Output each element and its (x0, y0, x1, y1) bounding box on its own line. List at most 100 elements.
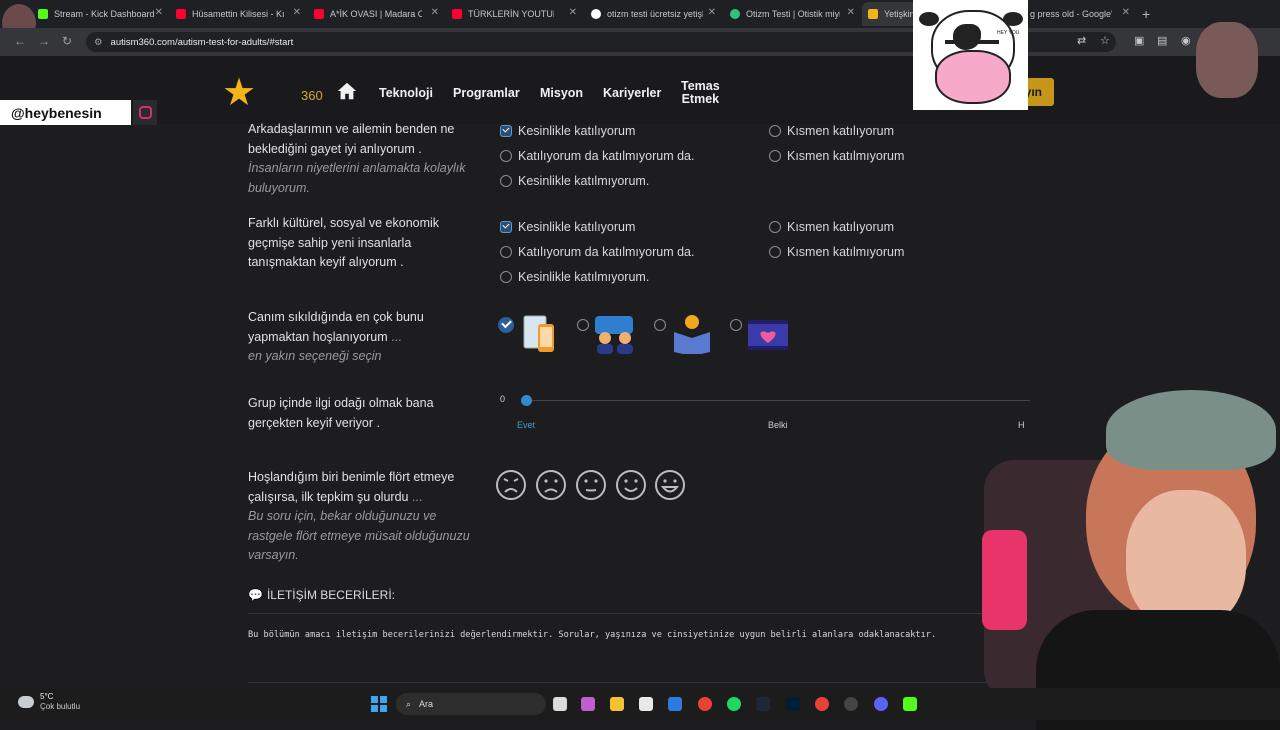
extensions-icon[interactable]: ▣ (1134, 34, 1144, 47)
nav-programlar[interactable]: Programlar (453, 86, 520, 100)
obs-icon[interactable] (844, 697, 858, 711)
q1-option-partly-disagree[interactable]: Kısmen katılmıyorum (769, 149, 904, 163)
windows-taskbar: 5°C Çok bulutlu ⌕ Ara (0, 688, 1280, 720)
radio[interactable] (500, 175, 512, 187)
close-icon[interactable]: ✕ (431, 7, 439, 18)
autism360-logo-star[interactable]: ★ (222, 74, 256, 112)
close-icon[interactable]: ✕ (847, 7, 855, 18)
very-happy-face-icon[interactable] (654, 469, 686, 501)
radio[interactable] (769, 246, 781, 258)
very-sad-face-icon[interactable] (495, 469, 527, 501)
tab-title: Yetişkin (884, 9, 915, 19)
radio[interactable] (769, 125, 781, 137)
q2-option-partly-disagree[interactable]: Kısmen katılmıyorum (769, 245, 904, 259)
browser-tab-kick[interactable]: Stream - Kick Dashboard ✕ (38, 4, 163, 24)
search-icon: ⌕ (406, 698, 412, 709)
slider-handle[interactable] (521, 395, 532, 406)
chat-bubbles-icon: 💬 (248, 588, 263, 602)
windows-start-icon[interactable] (371, 696, 387, 712)
option-label: Kısmen katılmıyorum (787, 245, 905, 259)
browser-tab-google-2[interactable]: g press old - Google'da ✕ (1030, 4, 1130, 24)
spotify-icon[interactable] (727, 697, 741, 711)
radio-checked[interactable] (500, 125, 512, 137)
person-reading-icon (674, 315, 710, 354)
store-icon[interactable] (639, 697, 653, 711)
taskbar-search[interactable]: ⌕ Ara (396, 693, 546, 715)
radio-checked[interactable] (500, 221, 512, 233)
q1-option-neutral[interactable]: Katılıyorum da katılmıyorum da. (500, 149, 694, 163)
copilot-icon[interactable] (581, 697, 595, 711)
radio[interactable] (577, 319, 589, 331)
q2-option-strongly-disagree[interactable]: Kesinlikle katılmıyorum. (500, 270, 649, 284)
radio[interactable] (730, 319, 742, 331)
browser-tab-youtube-1[interactable]: Hüsamettin Kilisesi - Kırla ✕ (176, 4, 301, 24)
new-tab-button[interactable]: + (1142, 6, 1150, 22)
file-explorer-icon[interactable] (610, 697, 624, 711)
nav-teknoloji[interactable]: Teknoloji (379, 86, 433, 100)
discord-icon[interactable] (874, 697, 888, 711)
chrome-icon[interactable] (698, 697, 712, 711)
radio[interactable] (500, 271, 512, 283)
reload-icon[interactable]: ↻ (62, 34, 72, 48)
question-2-dot: . (396, 255, 404, 269)
close-icon[interactable]: ✕ (293, 7, 301, 18)
weather-widget[interactable]: 5°C Çok bulutlu (18, 692, 80, 712)
browser-tab-otizm[interactable]: Otizm Testi | Otistik miyim ✕ (730, 4, 855, 24)
slider-track[interactable] (526, 400, 1030, 401)
phone-tablet-icon (523, 315, 554, 352)
profile-icon[interactable]: ◉ (1181, 34, 1191, 47)
search-label: Ara (419, 699, 434, 709)
question-4: Grup içinde ilgi odağı olmak bana gerçek… (248, 394, 480, 433)
instagram-icon (133, 100, 157, 125)
radio[interactable] (654, 319, 666, 331)
nav-kariyerler[interactable]: Kariyerler (603, 86, 661, 100)
sidebar-icon[interactable]: ▤ (1157, 34, 1167, 47)
forward-icon[interactable]: → (38, 34, 50, 48)
option-label: Kısmen katılıyorum (787, 124, 894, 138)
star-icon (868, 9, 878, 19)
kick-icon[interactable] (903, 697, 917, 711)
q2-option-partly-agree[interactable]: Kısmen katılıyorum (769, 220, 894, 234)
home-icon[interactable] (336, 80, 358, 102)
radio[interactable] (500, 246, 512, 258)
site-settings-icon[interactable]: ⚙ (94, 37, 103, 48)
neutral-face-icon[interactable] (575, 469, 607, 501)
close-icon[interactable]: ✕ (708, 7, 716, 18)
q1-option-strongly-agree[interactable]: Kesinlikle katılıyorum (500, 124, 635, 138)
q1-option-strongly-disagree[interactable]: Kesinlikle katılmıyorum. (500, 174, 649, 188)
q1-option-partly-agree[interactable]: Kısmen katılıyorum (769, 124, 894, 138)
check-icon[interactable] (498, 317, 514, 333)
close-icon[interactable]: ✕ (569, 7, 577, 18)
autism360-logo-text[interactable]: 360 (301, 88, 323, 103)
mail-icon[interactable] (668, 697, 682, 711)
browser-tab-google[interactable]: otizm testi ücretsiz yetişk ✕ (591, 4, 716, 24)
sad-face-icon[interactable] (535, 469, 567, 501)
browser-tab-youtube-2[interactable]: A*İK OVASI | Madara Oldu ✕ (314, 4, 439, 24)
site-header: ★ 360 Teknoloji Programlar Misyon Kariye… (0, 56, 1280, 124)
option-label: Kesinlikle katılmıyorum. (518, 174, 650, 188)
question-1-dot: . (414, 141, 422, 156)
photoshop-icon[interactable] (786, 697, 800, 711)
happy-face-icon[interactable] (615, 469, 647, 501)
task-view-icon[interactable] (553, 697, 567, 711)
q2-option-neutral[interactable]: Katılıyorum da katılmıyorum da. (500, 245, 694, 259)
back-icon[interactable]: ← (14, 34, 26, 48)
q2-option-strongly-agree[interactable]: Kesinlikle katılıyorum (500, 220, 635, 234)
browser-tab-youtube-3[interactable]: TÜRKLERİN YOUTUBE'U ✕ (452, 4, 577, 24)
temperature: 5°C (40, 692, 54, 701)
chrome-active-icon[interactable] (815, 697, 829, 711)
close-icon[interactable]: ✕ (155, 7, 163, 18)
radio[interactable] (769, 150, 781, 162)
streamer-cutout-right (1196, 22, 1258, 98)
radio[interactable] (500, 150, 512, 162)
steam-icon[interactable] (756, 697, 770, 711)
bookmark-star-icon[interactable]: ☆ (1100, 34, 1110, 47)
close-icon[interactable]: ✕ (1122, 7, 1130, 18)
nav-misyon[interactable]: Misyon (540, 86, 583, 100)
question-5-more[interactable]: ... (408, 490, 422, 504)
browser-tab-active[interactable]: Yetişkin (862, 2, 918, 26)
radio[interactable] (769, 221, 781, 233)
question-3-more[interactable]: ... (388, 330, 401, 344)
translate-icon[interactable]: ⇄ (1077, 34, 1086, 47)
nav-temas-etmek[interactable]: Temas Etmek (681, 80, 720, 106)
